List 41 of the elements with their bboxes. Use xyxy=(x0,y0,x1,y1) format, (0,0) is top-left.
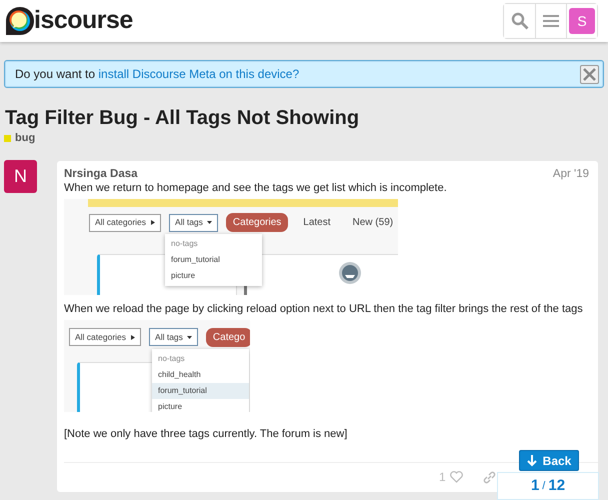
arrow-down-icon xyxy=(526,454,537,466)
caret-down-icon xyxy=(206,220,212,226)
link-icon xyxy=(482,471,496,484)
nav-tab[interactable]: Categories xyxy=(226,213,288,232)
topic-title: Tag Filter Bug - All Tags Not Showing xyxy=(5,106,360,130)
topic-tag[interactable]: bug xyxy=(4,130,36,146)
post-date[interactable]: Apr '19 xyxy=(552,168,589,182)
post-counter[interactable]: 1 / 12 xyxy=(497,472,599,500)
dropdown-item[interactable]: forum_tutorial xyxy=(165,252,262,268)
dropdown-item[interactable]: child_health xyxy=(152,366,249,383)
post-paragraph: When we reload the page by clicking reload option next to URL then the tag filter brings the rest of the tags xyxy=(64,303,584,317)
heart-icon xyxy=(450,471,463,484)
dropdown-item[interactable]: no-tags xyxy=(152,350,249,367)
dropdown-item[interactable]: picture xyxy=(165,268,262,284)
dropdown-item[interactable]: forum_tutorial xyxy=(152,382,249,399)
dropdown-item[interactable]: no-tags xyxy=(165,236,262,252)
back-button[interactable]: Back xyxy=(519,450,579,471)
tags-dropdown[interactable]: All tags xyxy=(149,328,198,346)
close-button[interactable] xyxy=(580,64,599,84)
caret-right-icon xyxy=(150,220,156,226)
post-paragraph: [Note we only have three tags currently. The forum is new] xyxy=(64,428,348,442)
search-icon xyxy=(510,12,528,30)
caret-down-icon xyxy=(186,334,192,340)
dropdown-item[interactable]: picture xyxy=(152,398,249,412)
caret-right-icon xyxy=(130,334,136,340)
category-dropdown[interactable]: All categories xyxy=(69,328,142,346)
username[interactable]: Nrsinga Dasa xyxy=(64,168,138,182)
banner-text: Do you want to install Discourse Meta on this device? xyxy=(15,66,300,83)
nav-tab[interactable]: Latest xyxy=(296,213,338,232)
logo-text[interactable]: iscourse xyxy=(34,2,133,40)
menu-icon xyxy=(543,14,559,28)
nav-tab[interactable]: New (59) xyxy=(346,213,398,232)
nav-tab[interactable]: Catego xyxy=(206,328,250,347)
logo-icon xyxy=(4,5,36,37)
post-paragraph: When we return to homepage and see the tags we get list which is incomplete. xyxy=(64,182,448,196)
close-icon xyxy=(583,68,596,80)
user-avatar[interactable]: N xyxy=(4,160,37,192)
install-link[interactable]: install Discourse Meta on this device? xyxy=(98,67,300,81)
category-dropdown[interactable]: All categories xyxy=(89,214,162,232)
badge-icon xyxy=(338,261,362,286)
tags-dropdown[interactable]: All tags xyxy=(169,214,218,232)
